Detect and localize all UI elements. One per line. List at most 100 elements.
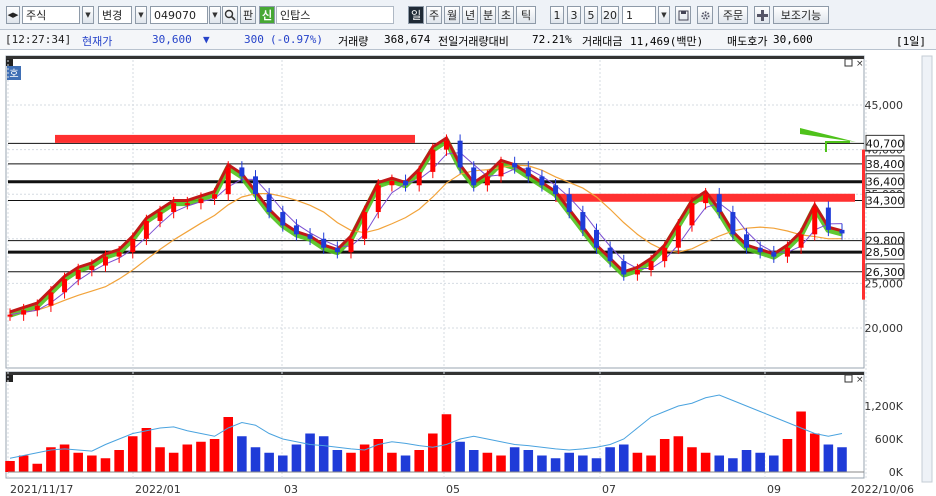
shin-label: 신 [261,9,273,22]
quote-ask: 30,600 [773,33,813,46]
panel-tag[interactable]: 호 [7,66,21,80]
volume-bar-30 [414,450,424,472]
volume-bar-8 [114,450,124,472]
volume-bar-59 [809,433,820,472]
candle-body-35 [484,176,490,186]
price-box-label-1: 38,400 [866,158,905,171]
period-tick-tab[interactable]: 틱 [516,6,536,24]
price-panel-handle-icon[interactable] [6,59,13,66]
code-dropdown-icon[interactable]: ▼ [209,6,221,24]
period-year-tab[interactable]: 년 [462,6,478,24]
crosshair-icon[interactable] [754,6,770,24]
candle-body-58 [798,234,804,248]
stock-chart[interactable]: 호 × × 45,00040,00035,00030,00025,00020,0… [0,50,936,496]
interval-3-button[interactable]: 3 [567,6,581,24]
vertical-scrollbar[interactable] [921,55,933,483]
volume-bar-5 [73,452,83,472]
volume-bar-31 [428,433,438,472]
candle-body-44 [607,247,613,262]
stock-name-field: 인탑스 [276,6,394,24]
interval-5-label: 5 [587,8,595,22]
code-input[interactable]: 049070 [150,6,208,24]
candle-body-41 [566,194,572,213]
volume-bar-47 [646,455,656,472]
volume-bar-12 [168,452,179,472]
candle-body-9 [130,238,136,253]
period-week-tab[interactable]: 주 [426,6,442,24]
candle-body-52 [716,194,722,213]
volume-bar-60 [823,444,834,472]
quote-time: [12:27:34] [5,33,72,46]
candle-body-38 [525,167,531,177]
candle-body-1 [21,310,27,315]
candle-body-28 [389,180,395,186]
candle-body-2 [34,305,40,311]
candle-body-20 [280,212,286,226]
volume-bar-53 [728,458,738,472]
settings-icon[interactable] [697,6,713,24]
pan-button[interactable]: 판 [240,6,256,24]
volume-bar-11 [155,447,165,472]
candle-body-32 [443,140,449,150]
nav-arrows-button[interactable]: ◀▶ [6,6,20,24]
volume-close-icon[interactable]: × [856,375,864,385]
volume-bar-40 [550,458,561,472]
price-close-icon[interactable]: × [856,59,864,69]
volume-bar-49 [673,436,684,472]
volume-bar-33 [455,441,465,472]
interval-dropdown-icon[interactable]: ▼ [658,6,670,24]
quote-arrow: ▼ [203,33,210,46]
candle-body-50 [689,203,695,226]
volume-bar-52 [714,455,725,472]
volume-panel-handle-icon[interactable] [6,375,13,382]
period-month-tab[interactable]: 월 [444,6,460,24]
order-button[interactable]: 주문 [718,6,748,24]
pan-label: 판 [242,9,254,22]
interval-5-button[interactable]: 5 [584,6,598,24]
candle-body-59 [812,207,818,235]
change-button[interactable]: 변경 [98,6,132,24]
period-second-tab[interactable]: 초 [498,6,514,24]
quote-price-label: 현재가 [82,35,113,48]
candle-body-17 [239,167,245,177]
candle-body-6 [89,265,95,271]
volume-bar-48 [659,439,670,472]
toolbar: ◀▶ 주식 ▼ 변경 ▼ 049070 ▼ 판 신 인탑스 일 주 월 년 분 … [0,0,936,30]
quote-price: 30,600 [152,33,192,46]
code-value: 049070 [154,8,196,22]
quote-change-pct: (-0.97%) [270,33,323,46]
candle-body-49 [675,225,681,248]
aux-label: 보조기능 [780,9,822,22]
candle-body-5 [75,270,81,279]
order-label: 주문 [722,9,744,22]
volume-bar-7 [100,458,111,472]
volume-bar-45 [618,444,629,472]
quote-bar: [12:27:34] 현재가 30,600 ▼ 300 (-0.97%) 거래량… [0,30,936,50]
change-dropdown-icon[interactable]: ▼ [135,6,147,24]
volume-bar-37 [509,447,520,472]
candle-body-57 [784,247,790,257]
interval-20-button[interactable]: 20 [601,6,619,24]
candle-body-36 [498,162,504,177]
save-icon[interactable] [675,6,691,24]
candle-body-23 [321,238,327,248]
interval-1-button[interactable]: 1 [550,6,564,24]
period-minute-tab[interactable]: 분 [480,6,496,24]
market-select[interactable]: 주식 [22,6,80,24]
candle-body-51 [703,194,709,204]
candle-body-25 [348,238,354,253]
market-dropdown-icon[interactable]: ▼ [82,6,94,24]
volume-bar-36 [496,455,506,472]
magnifier-icon[interactable] [222,6,238,24]
volume-bar-23 [318,436,329,472]
price-box-label-2: 36,400 [866,176,905,189]
price-axis: 45,00040,00035,00030,00025,00020,000 [865,99,904,335]
candle-body-46 [634,270,640,275]
aux-function-button[interactable]: 보조기능 [773,6,829,24]
interval-input[interactable]: 1 [622,6,656,24]
candle-body-34 [471,167,477,186]
period-tick-label: 틱 [520,9,532,22]
volume-bar-44 [605,447,615,472]
period-day-tab[interactable]: 일 [408,6,424,24]
volume-bar-19 [264,452,274,472]
